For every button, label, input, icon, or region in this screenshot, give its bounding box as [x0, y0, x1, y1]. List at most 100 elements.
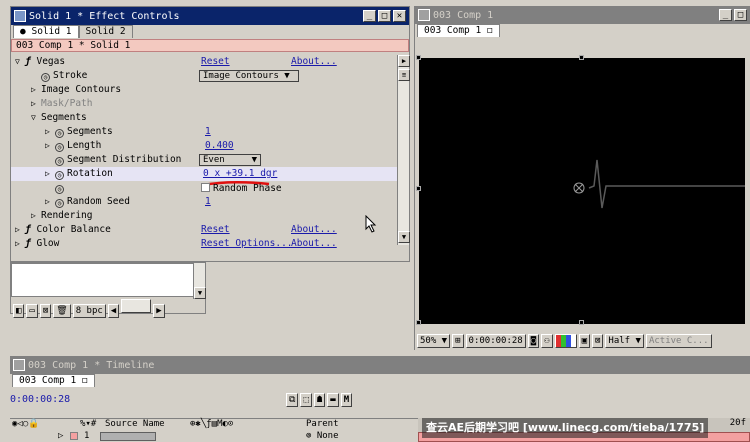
trash-icon[interactable]: 🗑	[53, 304, 71, 318]
effect-controls-window: Solid 1 * Effect Controls _ □ ✕ ● Solid …	[10, 6, 410, 262]
current-time-display[interactable]: 0:00:00:28	[465, 334, 526, 348]
minimize-button[interactable]: _	[363, 10, 376, 22]
stroke-dropdown[interactable]: Image Contours ▼	[199, 70, 299, 82]
stopwatch-icon[interactable]: ◷	[55, 199, 64, 208]
random-seed-value[interactable]: 1	[205, 196, 211, 207]
collapsed-triangle-icon[interactable]: ▷	[45, 195, 55, 209]
tab-comp-1[interactable]: 003 Comp 1 ◻	[417, 24, 500, 37]
timeline-titlebar[interactable]: 003 Comp 1 * Timeline	[10, 356, 750, 374]
stopwatch-icon[interactable]: ◷	[55, 171, 64, 180]
draft-3d-icon[interactable]: ⬚	[300, 393, 312, 407]
length-value[interactable]: 0.400	[205, 140, 234, 151]
snapshot-icon[interactable]: ◙	[527, 334, 540, 348]
transparency-grid-icon[interactable]: ⊠	[591, 334, 604, 348]
bpc-button[interactable]: 8 bpc	[72, 304, 106, 318]
expanded-triangle-icon[interactable]: ▽	[15, 55, 25, 69]
effect-controls-titlebar[interactable]: Solid 1 * Effect Controls _ □ ✕	[11, 7, 409, 25]
stopwatch-icon[interactable]: ◷	[55, 185, 64, 194]
stopwatch-icon[interactable]: ◷	[41, 73, 50, 82]
layer-switches-icon: ⊕✱╲ƒ▤M◐⊙	[190, 419, 234, 429]
group-image-contours[interactable]: ▷ Image Contours	[31, 83, 121, 97]
project-vscroll[interactable]: ▼	[193, 263, 206, 299]
new-comp-icon[interactable]: ⊠	[39, 304, 52, 318]
rotation-value[interactable]: 0 x +39.1 dgr	[203, 168, 277, 179]
vegas-reset-link[interactable]: Reset	[201, 56, 230, 67]
interpret-footage-icon[interactable]: ◧	[13, 304, 25, 318]
color-balance-about-link[interactable]: About...	[291, 224, 337, 235]
comp-viewer-titlebar[interactable]: 003 Comp 1 _ □	[415, 6, 750, 24]
tab-solid-1[interactable]: ● Solid 1	[13, 25, 79, 38]
stopwatch-icon[interactable]: ◷	[55, 143, 64, 152]
timeline-current-time[interactable]: 0:00:00:28	[10, 394, 70, 405]
tab-menu-icon: ◻	[81, 375, 88, 386]
camera-dropdown[interactable]: Active C...	[645, 334, 712, 348]
scroll-up-arrow-icon[interactable]: ▶	[398, 55, 410, 67]
close-button[interactable]: ✕	[393, 10, 406, 22]
parent-header[interactable]: Parent	[306, 419, 339, 430]
group-rendering[interactable]: ▷ Rendering	[31, 209, 92, 223]
expanded-triangle-icon[interactable]: ▽	[31, 111, 41, 125]
stopwatch-icon[interactable]: ◷	[55, 129, 64, 138]
source-name-header[interactable]: Source Name	[105, 419, 165, 430]
hscroll-left-icon[interactable]: ◀	[107, 304, 120, 318]
resolution-dropdown[interactable]: Half ▼	[605, 334, 644, 348]
tab-solid-2[interactable]: Solid 2	[78, 25, 133, 38]
collapsed-triangle-icon[interactable]: ▷	[45, 167, 55, 181]
effect-glow[interactable]: ▷ ƒ Glow	[15, 237, 59, 251]
collapsed-triangle-icon[interactable]: ▷	[15, 237, 25, 251]
collapsed-triangle-icon[interactable]: ▷	[31, 209, 41, 223]
random-phase-checkbox[interactable]	[201, 183, 210, 192]
effect-vegas[interactable]: ▽ ƒ Vegas	[15, 55, 65, 69]
maximize-button[interactable]: □	[734, 9, 747, 21]
maximize-button[interactable]: □	[378, 10, 391, 22]
layer-name-field[interactable]	[100, 432, 156, 441]
stopwatch-icon[interactable]: ◷	[55, 157, 64, 166]
comp-mini-flowchart-icon[interactable]: ⧉	[286, 393, 299, 407]
motion-blur-icon[interactable]: M	[340, 393, 353, 407]
project-panel: ▼ ◧ ▭ ⊠ 🗑 8 bpc ◀ ▶	[10, 262, 206, 318]
hscroll-track[interactable]	[121, 299, 152, 313]
group-mask-path[interactable]: ▷ Mask/Path	[31, 97, 92, 111]
segment-distribution-dropdown[interactable]: Even ▼	[199, 154, 261, 166]
glow-reset-link[interactable]: Reset Options...	[201, 238, 293, 249]
expand-layer-triangle-icon[interactable]: ▷	[58, 431, 63, 441]
zoom-dropdown[interactable]: 50% ▼	[417, 334, 451, 348]
hide-shy-layers-icon[interactable]: ☗	[313, 393, 326, 407]
comp-viewer-window: 003 Comp 1 _ □ 003 Comp 1 ◻ 50% ▼ ⊞ 0:00:0…	[414, 6, 750, 350]
minimize-button[interactable]: _	[719, 9, 732, 21]
label-color-swatch[interactable]	[70, 432, 78, 440]
group-segments[interactable]: ▽ Segments	[31, 111, 87, 125]
project-list-area[interactable]	[11, 263, 201, 297]
hscroll-right-icon[interactable]: ▶	[153, 304, 165, 318]
parent-dropdown[interactable]: ⊚ None	[306, 431, 339, 441]
dropdown-arrow-icon: ▼	[251, 155, 257, 165]
color-balance-reset-link[interactable]: Reset	[201, 224, 230, 235]
property-length: ▷ ◷ Length	[45, 139, 102, 153]
collapsed-triangle-icon[interactable]: ▷	[45, 139, 55, 153]
collapsed-triangle-icon[interactable]: ▷	[31, 97, 41, 111]
mouse-cursor-icon	[365, 215, 377, 233]
safe-zones-icon[interactable]: ⊞	[452, 334, 464, 348]
random-phase-control[interactable]: Random Phase	[201, 183, 282, 194]
collapsed-triangle-icon[interactable]: ▷	[45, 125, 55, 139]
effect-controls-title: Solid 1 * Effect Controls	[29, 10, 180, 22]
frame-blending-icon[interactable]: ▬	[327, 393, 339, 407]
segments-value[interactable]: 1	[205, 126, 211, 137]
scroll-down-arrow-icon[interactable]: ▼	[194, 287, 206, 299]
tab-timeline-comp-1[interactable]: 003 Comp 1 ◻	[12, 374, 95, 387]
region-of-interest-icon[interactable]: ▣	[578, 334, 590, 348]
effect-color-balance[interactable]: ▷ ƒ Color Balance	[15, 223, 111, 237]
channels-icon[interactable]: ■	[554, 334, 577, 348]
fx-icon: ƒ	[25, 56, 31, 67]
vegas-about-link[interactable]: About...	[291, 56, 337, 67]
collapsed-triangle-icon[interactable]: ▷	[31, 83, 41, 97]
layer-header: 003 Comp 1 * Solid 1	[11, 39, 409, 52]
show-snapshot-icon[interactable]: ⚇	[541, 334, 553, 348]
effects-scrollbar[interactable]: ▶ ≡ ▼	[397, 55, 410, 245]
panel-menu-icon[interactable]: ≡	[398, 69, 410, 81]
comp-canvas[interactable]	[416, 55, 745, 325]
glow-about-link[interactable]: About...	[291, 238, 337, 249]
scroll-down-arrow-icon[interactable]: ▼	[398, 231, 410, 243]
collapsed-triangle-icon[interactable]: ▷	[15, 223, 25, 237]
new-folder-icon[interactable]: ▭	[26, 304, 38, 318]
